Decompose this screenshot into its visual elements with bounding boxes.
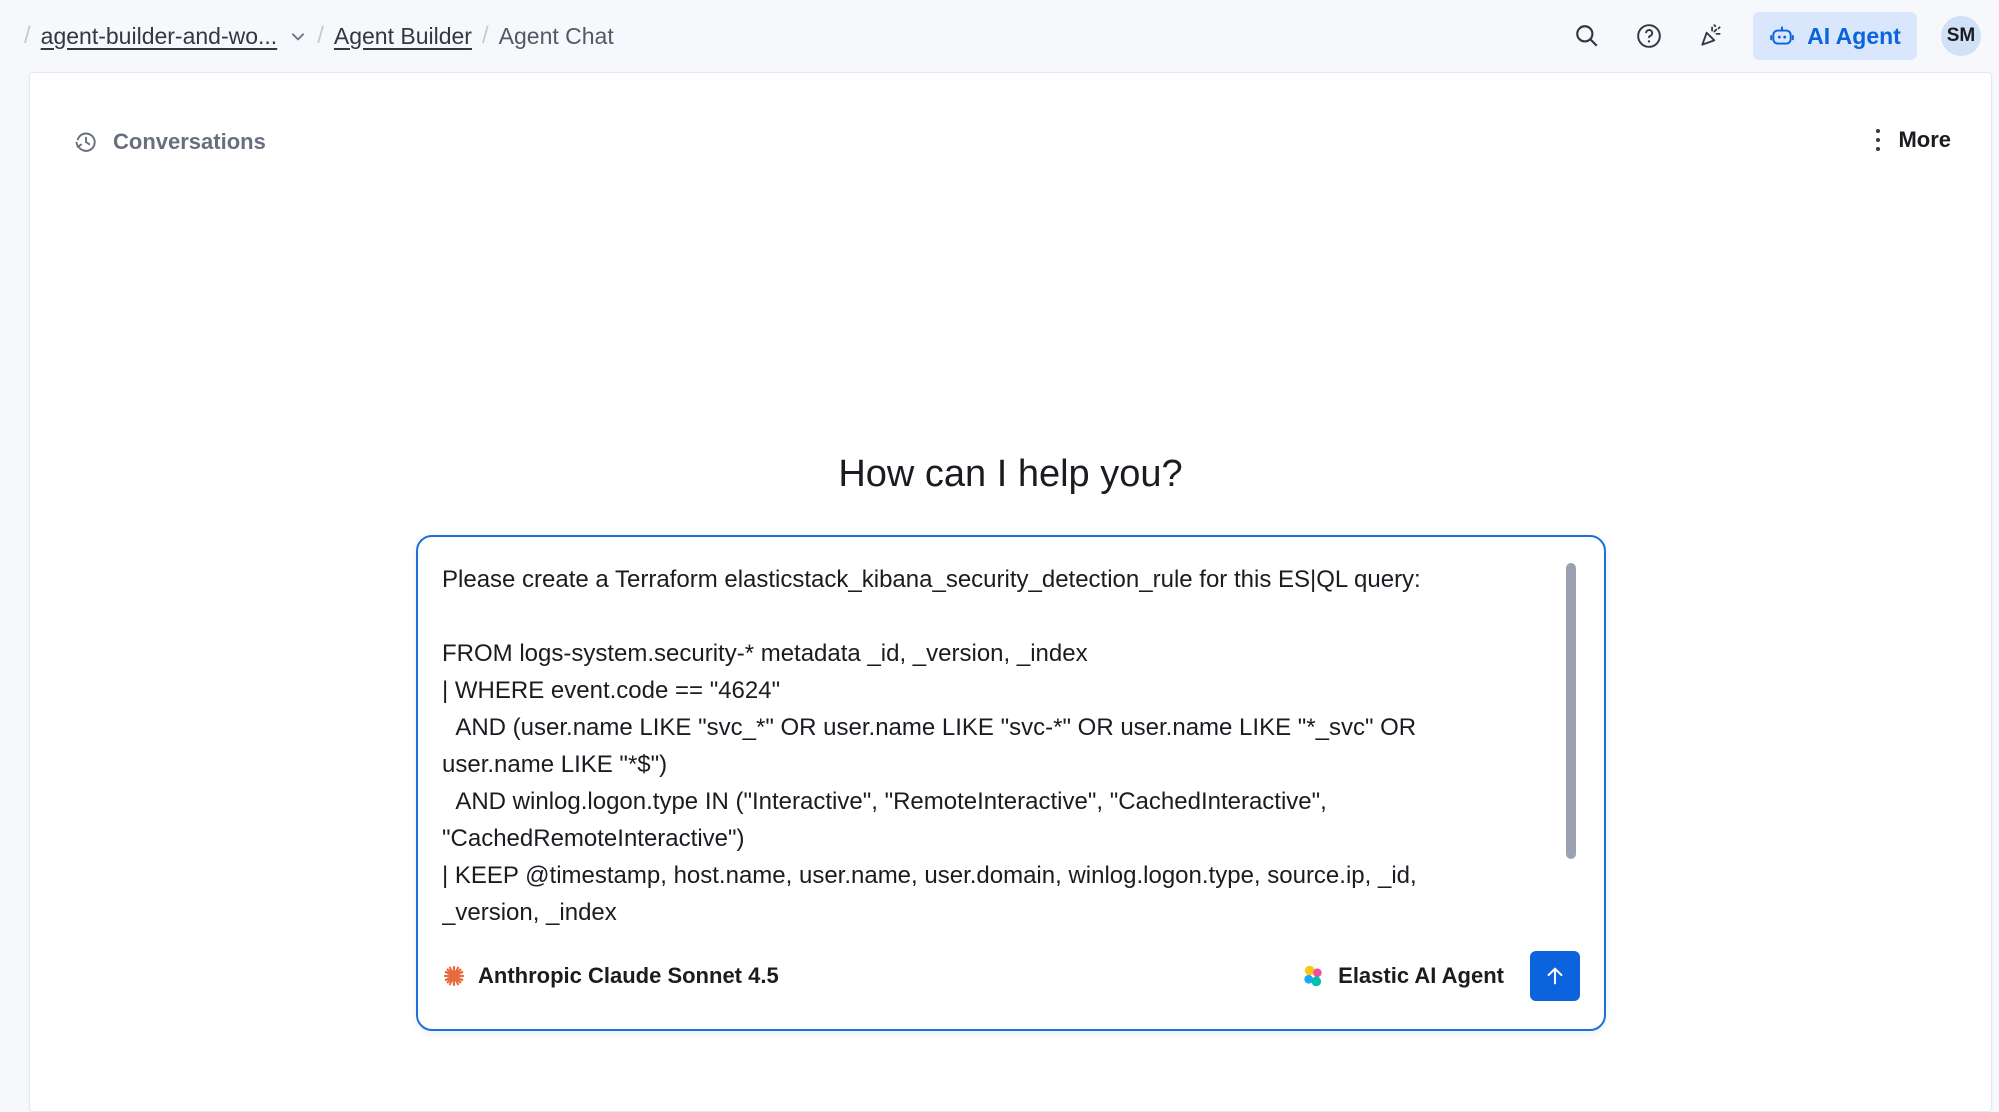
search-icon[interactable] — [1567, 16, 1607, 56]
breadcrumb-space[interactable]: agent-builder-and-wo... — [41, 23, 278, 50]
help-icon[interactable] — [1629, 16, 1669, 56]
ai-agent-button[interactable]: AI Agent — [1753, 12, 1917, 60]
header-actions: AI Agent SM — [1545, 0, 1999, 72]
conversations-label: Conversations — [113, 129, 266, 154]
elastic-logo-icon — [1304, 965, 1322, 987]
model-label: Anthropic Claude Sonnet 4.5 — [478, 963, 779, 988]
arrow-up-icon — [1547, 967, 1563, 985]
more-label: More — [1898, 127, 1951, 152]
whats-new-icon[interactable] — [1691, 16, 1731, 56]
more-vertical-icon — [1876, 129, 1881, 151]
send-button[interactable] — [1530, 951, 1580, 1001]
avatar[interactable]: SM — [1941, 16, 1981, 56]
page-title: How can I help you? — [838, 453, 1183, 495]
breadcrumb: / agent-builder-and-wo... / Agent Builde… — [0, 22, 614, 50]
breadcrumb-separator: / — [24, 22, 31, 49]
history-icon — [75, 132, 96, 152]
robot-icon — [1770, 26, 1794, 45]
anthropic-icon — [443, 965, 465, 987]
top-bar: / agent-builder-and-wo... / Agent Builde… — [0, 0, 1999, 72]
breadcrumb-separator: / — [481, 22, 489, 49]
prompt-input[interactable]: Please create a Terraform elasticstack_k… — [442, 561, 1532, 933]
message-composer[interactable]: Please create a Terraform elasticstack_k… — [416, 535, 1606, 1031]
scrollbar[interactable] — [1566, 563, 1576, 859]
composer-footer: Anthropic Claude Sonnet 4.5 Elastic AI A… — [442, 951, 1580, 1001]
breadcrumb-current: Agent Chat — [498, 22, 614, 49]
ai-agent-label: AI Agent — [1807, 22, 1901, 49]
more-button[interactable]: More — [1874, 127, 1951, 153]
breadcrumb-separator: / — [317, 22, 324, 49]
chevron-down-icon[interactable] — [289, 27, 307, 45]
breadcrumb-agent-builder[interactable]: Agent Builder — [334, 23, 472, 50]
agent-selector[interactable]: Elastic AI Agent — [1300, 963, 1504, 989]
agent-label: Elastic AI Agent — [1338, 963, 1504, 988]
chat-panel: Conversations More How can I help you? P… — [29, 72, 1992, 1112]
model-selector[interactable]: Anthropic Claude Sonnet 4.5 — [442, 963, 779, 989]
conversations-button[interactable]: Conversations — [73, 129, 266, 155]
